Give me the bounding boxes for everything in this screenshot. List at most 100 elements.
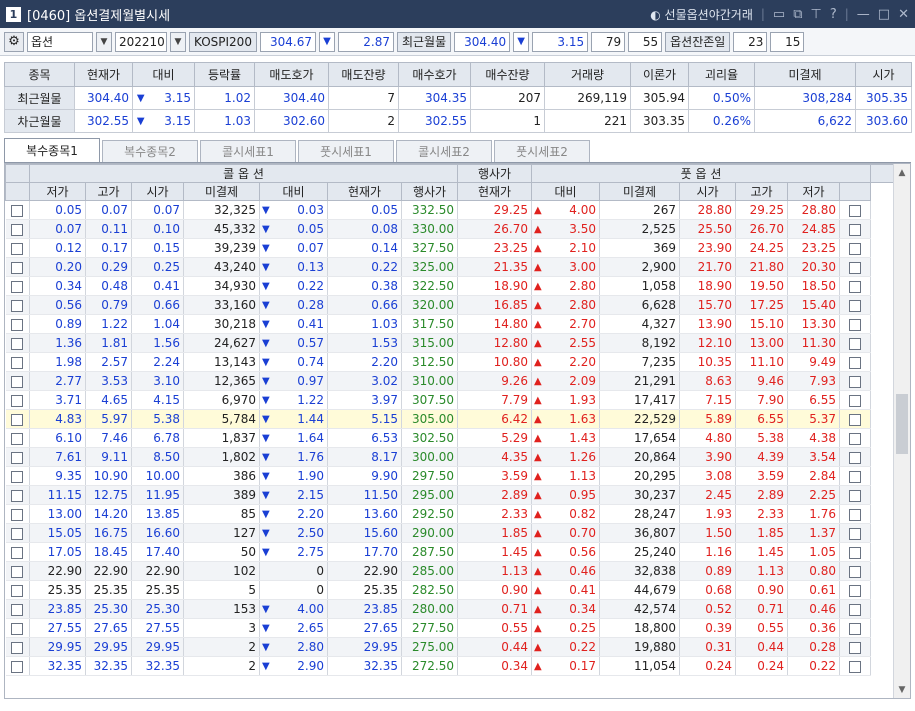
call-checkbox[interactable] [11, 337, 24, 350]
put-checkbox-cell[interactable] [839, 371, 872, 391]
call-checkbox-cell[interactable] [5, 276, 30, 296]
call-checkbox-cell[interactable] [5, 599, 30, 619]
call-checkbox-cell[interactable] [5, 523, 30, 543]
call-checkbox-cell[interactable] [5, 333, 30, 353]
put-checkbox[interactable] [849, 280, 862, 293]
put-checkbox[interactable] [849, 470, 862, 483]
call-checkbox[interactable] [11, 546, 24, 559]
call-checkbox[interactable] [11, 489, 24, 502]
call-checkbox-cell[interactable] [5, 257, 30, 277]
pin-icon[interactable]: ⊤ [811, 7, 822, 22]
put-checkbox[interactable] [849, 565, 862, 578]
put-checkbox-cell[interactable] [839, 656, 872, 676]
call-checkbox-cell[interactable] [5, 637, 30, 657]
put-checkbox[interactable] [849, 527, 862, 540]
put-checkbox[interactable] [849, 584, 862, 597]
scroll-up-icon[interactable]: ▲ [894, 164, 910, 181]
tab-6[interactable]: 풋시세표2 [494, 140, 590, 162]
call-checkbox-cell[interactable] [5, 200, 30, 220]
put-checkbox[interactable] [849, 603, 862, 616]
call-checkbox[interactable] [11, 432, 24, 445]
call-checkbox-cell[interactable] [5, 238, 30, 258]
put-checkbox[interactable] [849, 375, 862, 388]
call-checkbox-cell[interactable] [5, 428, 30, 448]
call-checkbox[interactable] [11, 375, 24, 388]
put-checkbox-cell[interactable] [839, 219, 872, 239]
call-checkbox-cell[interactable] [5, 371, 30, 391]
put-checkbox[interactable] [849, 394, 862, 407]
put-checkbox[interactable] [849, 318, 862, 331]
call-checkbox-cell[interactable] [5, 390, 30, 410]
month-select[interactable]: 202210 [115, 31, 167, 52]
put-checkbox-cell[interactable] [839, 276, 872, 296]
call-checkbox[interactable] [11, 261, 24, 274]
call-checkbox-cell[interactable] [5, 504, 30, 524]
call-checkbox[interactable] [11, 641, 24, 654]
night-trading-link[interactable]: ◐ 선물옵션야간거래 [650, 6, 753, 23]
minimize-icon[interactable]: — [857, 7, 870, 22]
call-checkbox[interactable] [11, 508, 24, 521]
call-checkbox[interactable] [11, 223, 24, 236]
scroll-thumb[interactable] [896, 394, 908, 454]
call-checkbox-cell[interactable] [5, 656, 30, 676]
call-checkbox[interactable] [11, 356, 24, 369]
put-checkbox-cell[interactable] [839, 238, 872, 258]
option-type-select[interactable]: 옵션 [27, 31, 93, 52]
call-checkbox-cell[interactable] [5, 314, 30, 334]
put-checkbox[interactable] [849, 413, 862, 426]
put-checkbox[interactable] [849, 261, 862, 274]
put-checkbox-cell[interactable] [839, 447, 872, 467]
put-checkbox[interactable] [849, 337, 862, 350]
call-checkbox[interactable] [11, 242, 24, 255]
call-checkbox-cell[interactable] [5, 219, 30, 239]
put-checkbox[interactable] [849, 508, 862, 521]
put-checkbox-cell[interactable] [839, 561, 872, 581]
call-checkbox[interactable] [11, 318, 24, 331]
put-checkbox[interactable] [849, 356, 862, 369]
maximize-icon[interactable]: □ [878, 7, 890, 22]
window-icon[interactable]: ▭ [773, 7, 785, 22]
put-checkbox[interactable] [849, 641, 862, 654]
call-checkbox[interactable] [11, 394, 24, 407]
tab-1[interactable]: 복수종목1 [4, 138, 100, 162]
call-checkbox[interactable] [11, 622, 24, 635]
put-checkbox-cell[interactable] [839, 504, 872, 524]
call-checkbox[interactable] [11, 413, 24, 426]
put-checkbox-cell[interactable] [839, 523, 872, 543]
call-checkbox-cell[interactable] [5, 447, 30, 467]
call-checkbox-cell[interactable] [5, 352, 30, 372]
put-checkbox-cell[interactable] [839, 428, 872, 448]
put-checkbox-cell[interactable] [839, 295, 872, 315]
put-checkbox-cell[interactable] [839, 599, 872, 619]
call-checkbox-cell[interactable] [5, 485, 30, 505]
put-checkbox-cell[interactable] [839, 390, 872, 410]
call-checkbox-cell[interactable] [5, 295, 30, 315]
call-checkbox[interactable] [11, 603, 24, 616]
put-checkbox[interactable] [849, 489, 862, 502]
put-checkbox[interactable] [849, 660, 862, 673]
put-checkbox-cell[interactable] [839, 580, 872, 600]
put-checkbox-cell[interactable] [839, 409, 872, 429]
copy-icon[interactable]: ⧉ [793, 7, 802, 22]
put-checkbox[interactable] [849, 204, 862, 217]
call-checkbox[interactable] [11, 280, 24, 293]
vertical-scrollbar[interactable]: ▲ ▼ [893, 164, 910, 698]
call-checkbox-cell[interactable] [5, 466, 30, 486]
call-checkbox-cell[interactable] [5, 618, 30, 638]
call-checkbox[interactable] [11, 565, 24, 578]
call-checkbox[interactable] [11, 204, 24, 217]
call-checkbox[interactable] [11, 527, 24, 540]
call-checkbox[interactable] [11, 451, 24, 464]
put-checkbox-cell[interactable] [839, 200, 872, 220]
put-checkbox[interactable] [849, 223, 862, 236]
call-checkbox-cell[interactable] [5, 409, 30, 429]
chevron-down-icon[interactable]: ▼ [96, 31, 112, 52]
put-checkbox-cell[interactable] [839, 314, 872, 334]
put-checkbox[interactable] [849, 299, 862, 312]
call-checkbox-cell[interactable] [5, 561, 30, 581]
call-checkbox[interactable] [11, 299, 24, 312]
call-checkbox-cell[interactable] [5, 542, 30, 562]
put-checkbox-cell[interactable] [839, 637, 872, 657]
scroll-down-icon[interactable]: ▼ [894, 681, 910, 698]
put-checkbox-cell[interactable] [839, 333, 872, 353]
